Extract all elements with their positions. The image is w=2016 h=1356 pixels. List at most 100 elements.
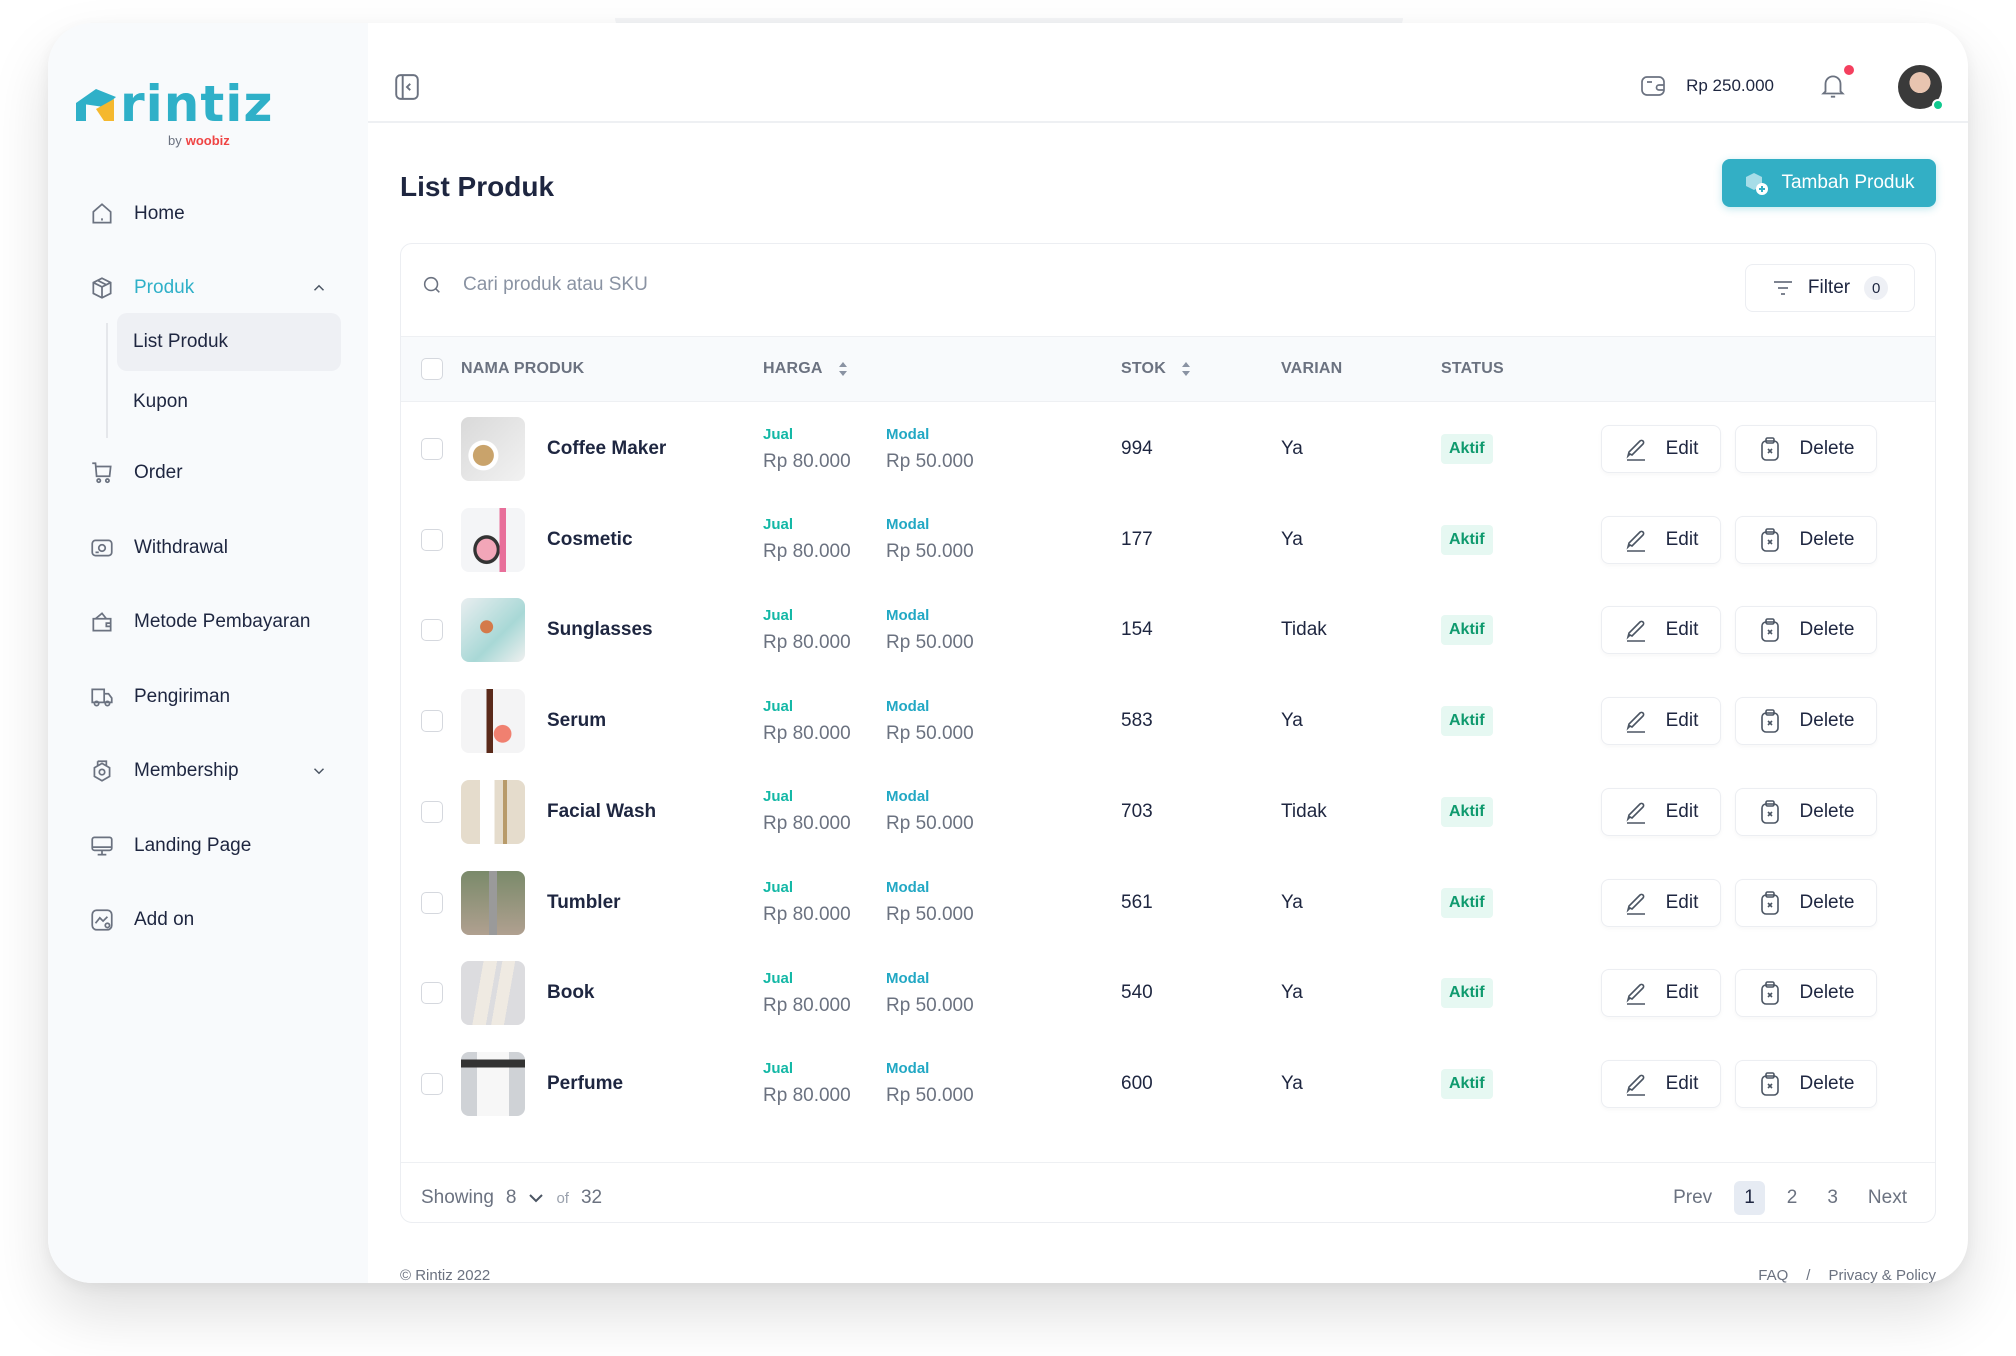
column-header-nama-produk[interactable]: NAMA PRODUK [461,337,584,401]
row-checkbox[interactable] [421,800,443,823]
cost-price: Modal Rp 50.000 [886,676,974,766]
cost-price-label: Modal [886,606,930,624]
status-cell: Aktif [1441,767,1493,857]
chevron-up-icon[interactable] [310,279,328,297]
sidebar-item-metode-pembayaran[interactable]: Metode Pembayaran [88,595,348,649]
edit-label: Edit [1665,891,1699,913]
page-button-2[interactable]: 2 [1779,1183,1806,1213]
next-page-button[interactable]: Next [1860,1183,1915,1213]
sidebar-item-withdrawal[interactable]: Withdrawal [88,521,348,575]
product-name[interactable]: Sunglasses [547,585,653,675]
row-checkbox[interactable] [421,619,443,642]
edit-button[interactable]: Edit [1601,425,1721,473]
actions-cell: Edit Delete [1601,1039,1877,1129]
select-all-checkbox[interactable] [421,358,443,380]
delete-button[interactable]: Delete [1735,606,1877,655]
page-size-value[interactable]: 8 [506,1187,517,1209]
row-select-cell [421,948,443,1038]
cost-price-label: Modal [886,788,930,806]
chevron-down-icon[interactable] [310,762,328,780]
wallet-icon [1641,76,1665,96]
sidebar-item-label: Landing Page [134,835,252,856]
sort-icon[interactable] [1180,360,1192,378]
page-button-1[interactable]: 1 [1734,1181,1765,1215]
delete-button[interactable]: Delete [1735,878,1877,927]
sidebar-item-pengiriman[interactable]: Pengiriman [88,670,348,724]
product-name[interactable]: Facial Wash [547,767,656,857]
sidebar-subitem-list-produk[interactable]: List Produk [117,313,341,371]
sidebar-item-order[interactable]: Order [88,446,348,500]
edit-button[interactable]: Edit [1601,787,1721,836]
row-checkbox[interactable] [421,710,443,733]
column-header-harga[interactable]: HARGA [763,337,849,401]
status-badge: Aktif [1441,524,1493,555]
row-checkbox[interactable] [421,438,443,460]
page-title: List Produk [400,171,555,202]
parent-brand: woobiz [185,133,230,148]
sidebar-subitem-kupon[interactable]: Kupon [117,373,341,431]
delete-button[interactable]: Delete [1735,697,1877,746]
pencil-icon [1626,439,1645,461]
faq-link[interactable]: FAQ [1758,1267,1788,1283]
clipboard-x-icon [1760,437,1779,461]
monitor-icon [88,832,116,860]
delete-button[interactable]: Delete [1735,969,1877,1018]
row-checkbox[interactable] [421,528,443,551]
notification-bell-icon[interactable] [1820,65,1854,101]
sidebar-item-add-on[interactable]: Add on [88,893,348,947]
edit-label: Edit [1665,528,1699,550]
page-size-info: Showing 8 of 32 [421,1187,602,1209]
search-input[interactable] [463,274,1163,296]
row-checkbox[interactable] [421,891,443,914]
table-row: Coffee Maker Jual Rp 80.000 Modal Rp 50.… [401,404,1935,494]
membership-icon [88,757,116,785]
cost-price-value: Rp 50.000 [886,722,974,744]
product-name[interactable]: Book [547,948,595,1038]
status-cell: Aktif [1441,948,1493,1038]
cost-price: Modal Rp 50.000 [886,858,974,948]
sidebar-item-membership[interactable]: Membership [88,744,348,798]
pencil-icon [1626,621,1645,643]
clipboard-x-icon [1760,618,1779,643]
sidebar-item-landing-page[interactable]: Landing Page [88,819,348,873]
edit-button[interactable]: Edit [1601,515,1721,564]
product-thumbnail [461,598,525,663]
sell-price-value: Rp 80.000 [763,1085,851,1107]
product-name[interactable]: Perfume [547,1039,623,1129]
product-name[interactable]: Tumbler [547,858,621,948]
sort-icon[interactable] [837,360,849,378]
chevron-down-icon[interactable] [528,1192,544,1204]
filter-button[interactable]: Filter 0 [1745,264,1915,312]
user-avatar[interactable] [1898,65,1944,111]
row-checkbox[interactable] [421,982,443,1005]
sell-price: Jual Rp 80.000 [763,585,851,675]
page-button-3[interactable]: 3 [1819,1183,1846,1213]
pagination: Prev 1 2 3 Next [1665,1181,1915,1215]
delete-button[interactable]: Delete [1735,1059,1877,1108]
sidebar-item-home[interactable]: Home [88,187,348,241]
product-name[interactable]: Serum [547,676,606,766]
edit-button[interactable]: Edit [1601,969,1721,1018]
product-name[interactable]: Coffee Maker [547,404,666,494]
privacy-policy-link[interactable]: Privacy & Policy [1828,1267,1936,1283]
sidebar-item-produk[interactable]: Produk [88,261,348,315]
edit-button[interactable]: Edit [1601,1059,1721,1108]
sidebar-collapse-icon[interactable] [394,73,420,101]
wallet-balance[interactable]: Rp 250.000 [1640,73,1774,99]
logo[interactable]: rintiz by woobiz [74,75,274,159]
prev-page-button[interactable]: Prev [1665,1183,1720,1213]
edit-label: Edit [1665,710,1699,732]
delete-button[interactable]: Delete [1735,787,1877,836]
edit-button[interactable]: Edit [1601,606,1721,655]
delete-button[interactable]: Delete [1735,515,1877,564]
product-name[interactable]: Cosmetic [547,495,633,585]
row-checkbox[interactable] [421,1072,443,1095]
add-product-button[interactable]: Tambah Produk [1722,159,1936,207]
column-header-stok[interactable]: STOK [1121,337,1192,401]
status-cell: Aktif [1441,1039,1493,1129]
delete-label: Delete [1799,1072,1855,1094]
delete-button[interactable]: Delete [1735,425,1877,473]
edit-button[interactable]: Edit [1601,697,1721,746]
edit-label: Edit [1665,800,1699,822]
edit-button[interactable]: Edit [1601,878,1721,927]
